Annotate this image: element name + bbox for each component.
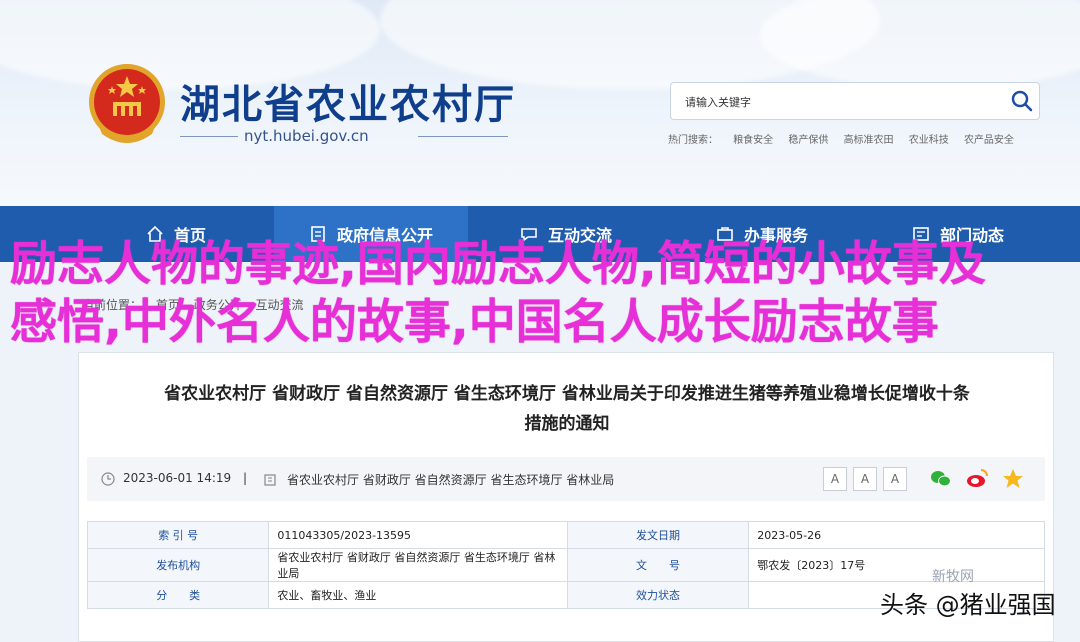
- divider-line: [418, 136, 508, 137]
- hot-search-item[interactable]: 农业科技: [909, 135, 949, 146]
- breadcrumb-item[interactable]: 首页: [156, 298, 180, 312]
- index-label: 索 引 号: [86, 521, 270, 549]
- publish-date: 2023-06-01 14:19: [123, 471, 232, 485]
- breadcrumb-item[interactable]: 互动交流: [256, 298, 304, 312]
- doc-number-value: 鄂农发〔2023〕17号: [748, 548, 1045, 582]
- nav-label: 政府信息公开: [336, 226, 433, 245]
- main-nav: 首页 政府信息公开 互动交流 办事服务 部门动态: [0, 206, 1080, 262]
- site-title[interactable]: 湖北省农业农村厅: [180, 72, 516, 130]
- issue-date-label: 发文日期: [566, 521, 750, 549]
- wechat-share-icon[interactable]: [929, 467, 953, 491]
- weibo-share-icon[interactable]: [965, 467, 989, 491]
- doc-number-label: 文 号: [566, 548, 750, 582]
- font-size-small-button[interactable]: A: [883, 467, 907, 491]
- breadcrumb-label: 当前位置：: [82, 298, 143, 312]
- breadcrumb: 当前位置： 首页 政务公开 互动交流: [82, 296, 314, 313]
- search-placeholder: 请输入关键字: [685, 96, 751, 109]
- site-url: nyt.hubei.gov.cn: [244, 127, 369, 145]
- category-value: 农业、畜牧业、渔业: [268, 581, 568, 609]
- hot-search-item[interactable]: 粮食安全: [733, 135, 773, 146]
- source-watermark: 头条 @猪业强国: [880, 591, 1056, 619]
- nav-label: 首页: [173, 226, 206, 245]
- article-title: 省农业农村厅 省财政厅 省自然资源厅 省生态环境厅 省林业局关于印发推进生猪等养…: [164, 384, 970, 404]
- nav-item-gov-info[interactable]: 政府信息公开: [274, 206, 468, 262]
- org-value: 省农业农村厅 省财政厅 省自然资源厅 省生态环境厅 省林业局: [268, 548, 568, 582]
- cloud-decoration: [760, 0, 1080, 90]
- search-icon[interactable]: [1009, 88, 1035, 114]
- index-value: 011043305/2023-13595: [268, 521, 568, 549]
- chat-icon: [521, 228, 537, 242]
- news-icon: [913, 227, 929, 241]
- nav-label: 互动交流: [547, 226, 612, 245]
- org-label: 发布机构: [86, 548, 270, 582]
- validity-label: 效力状态: [566, 581, 750, 609]
- hot-search-item[interactable]: 稳产保供: [788, 135, 828, 146]
- document-icon: [311, 226, 325, 242]
- hot-search-row: 热门搜索： 粮食安全 稳产保供 高标准农田 农业科技 农产品安全: [668, 131, 1026, 146]
- nav-item-home[interactable]: 首页: [78, 206, 274, 262]
- national-emblem-logo[interactable]: [86, 62, 168, 148]
- nav-item-services[interactable]: 办事服务: [664, 206, 860, 262]
- font-size-medium-button[interactable]: A: [853, 467, 877, 491]
- hot-search-item[interactable]: 农产品安全: [964, 135, 1014, 146]
- hot-search-item[interactable]: 高标准农田: [844, 135, 894, 146]
- home-icon: [147, 225, 163, 242]
- publisher-list: 省农业农村厅 省财政厅 省自然资源厅 省生态环境厅 省林业局: [287, 473, 615, 487]
- category-label: 分 类: [86, 581, 270, 609]
- search-input[interactable]: 请输入关键字: [670, 82, 1040, 120]
- article-meta-row: 2023-06-01 14:19 | 省农业农村厅 省财政厅 省自然资源厅 省生…: [87, 457, 1045, 501]
- favorite-star-icon[interactable]: [1001, 467, 1025, 491]
- service-icon: [717, 227, 733, 241]
- issue-date-value: 2023-05-26: [748, 521, 1045, 549]
- nav-item-dept-news[interactable]: 部门动态: [860, 206, 1056, 262]
- meta-separator: |: [243, 471, 248, 485]
- site-header: 湖北省农业农村厅 nyt.hubei.gov.cn 请输入关键字 热门搜索： 粮…: [0, 0, 1080, 206]
- divider-line: [180, 136, 238, 137]
- nav-item-interaction[interactable]: 互动交流: [468, 206, 664, 262]
- font-size-large-button[interactable]: A: [823, 467, 847, 491]
- table-row: 发布机构 省农业农村厅 省财政厅 省自然资源厅 省生态环境厅 省林业局 文 号 …: [86, 548, 1045, 582]
- breadcrumb-item[interactable]: 政务公开: [194, 298, 242, 312]
- article-title-cont: 措施的通知: [524, 414, 610, 434]
- building-icon: [264, 474, 276, 486]
- watermark-text: 新牧网: [932, 569, 974, 585]
- nav-label: 部门动态: [939, 226, 1004, 245]
- clock-icon: [101, 472, 115, 486]
- nav-label: 办事服务: [743, 226, 808, 245]
- hot-search-label: 热门搜索：: [668, 135, 718, 146]
- table-row: 索 引 号 011043305/2023-13595 发文日期 2023-05-…: [86, 521, 1045, 549]
